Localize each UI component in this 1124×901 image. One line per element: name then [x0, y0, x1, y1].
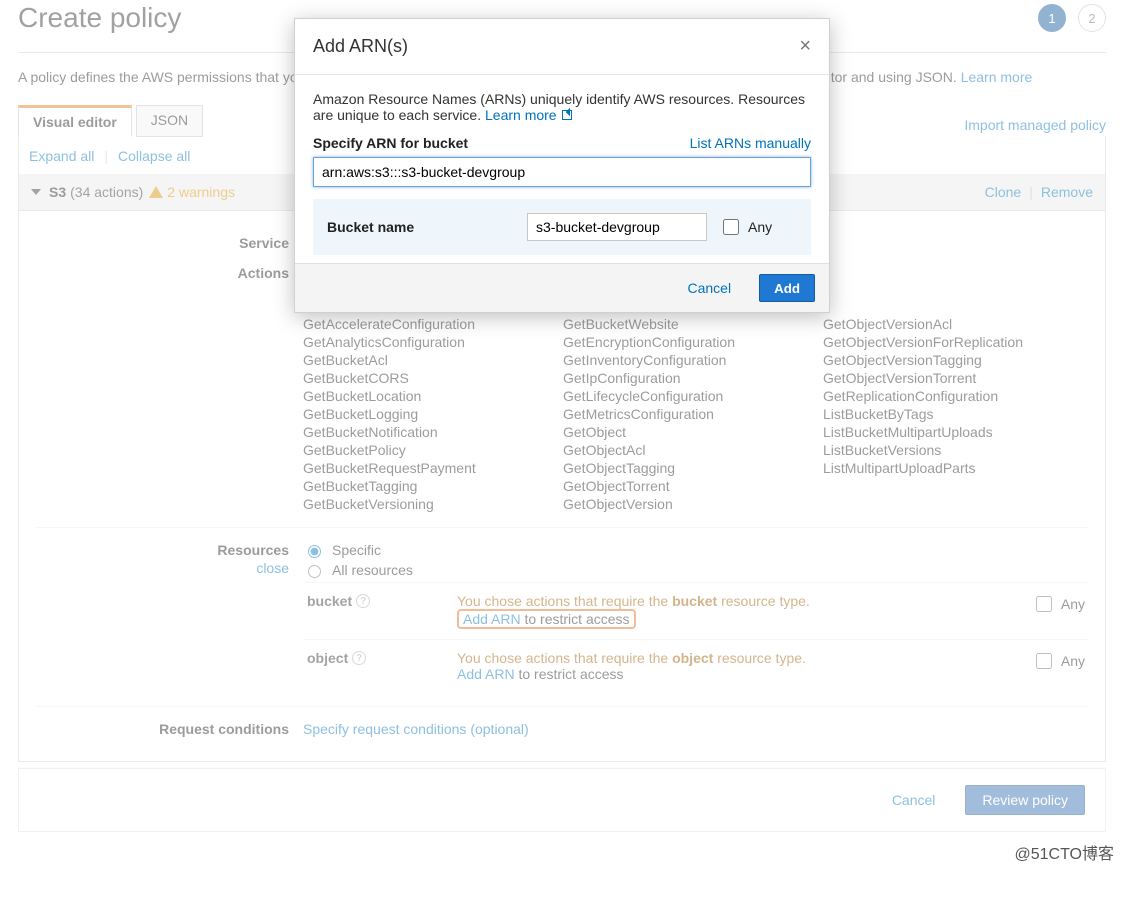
modal-learn-more-link[interactable]: Learn more: [485, 107, 572, 123]
specify-arn-label: Specify ARN for bucket: [313, 135, 468, 151]
modal-cancel-button[interactable]: Cancel: [671, 274, 747, 302]
bucket-name-input[interactable]: [527, 213, 707, 241]
external-link-icon: [562, 110, 572, 120]
modal-title: Add ARN(s): [313, 36, 408, 57]
bucket-name-label: Bucket name: [327, 219, 527, 235]
arn-input[interactable]: [313, 157, 811, 187]
modal-add-button[interactable]: Add: [759, 274, 815, 302]
modal-description: Amazon Resource Names (ARNs) uniquely id…: [313, 91, 811, 123]
list-arns-manually-link[interactable]: List ARNs manually: [690, 135, 811, 151]
watermark: @51CTO博客: [1014, 840, 1114, 864]
bucket-name-panel: Bucket name Any: [313, 199, 811, 255]
bucket-name-any-label: Any: [748, 219, 772, 235]
close-icon[interactable]: ×: [799, 35, 811, 58]
add-arn-modal: Add ARN(s) × Amazon Resource Names (ARNs…: [294, 18, 830, 313]
bucket-name-any-checkbox[interactable]: [723, 219, 739, 235]
